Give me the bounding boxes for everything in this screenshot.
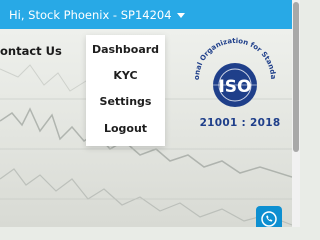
user-menu-toggle[interactable]: Hi, Stock Phoenix - SP14204 — [9, 7, 185, 23]
nav-link-contact-us[interactable]: ontact Us — [0, 44, 62, 58]
page: ontact Us International Organization for… — [0, 0, 300, 227]
menu-item-settings[interactable]: Settings — [86, 92, 165, 112]
user-dropdown-menu: Dashboard KYC Settings Logout — [86, 35, 165, 146]
call-button[interactable] — [256, 206, 282, 227]
menu-item-logout[interactable]: Logout — [86, 119, 165, 139]
user-greeting: Hi, Stock Phoenix - SP14204 — [9, 8, 172, 22]
page-scrollbar[interactable] — [292, 0, 300, 227]
iso-logo-text: ISO — [218, 77, 251, 97]
menu-item-kyc[interactable]: KYC — [86, 66, 165, 86]
top-bar: Hi, Stock Phoenix - SP14204 — [0, 0, 292, 29]
scrollbar-thumb[interactable] — [293, 2, 299, 152]
chevron-down-icon — [176, 13, 185, 18]
menu-item-dashboard[interactable]: Dashboard — [86, 40, 165, 60]
iso-standard-number: 21001 : 2018 — [199, 117, 281, 129]
phone-icon — [261, 211, 277, 227]
iso-logo-icon: International Organization for Standardi… — [186, 31, 277, 107]
